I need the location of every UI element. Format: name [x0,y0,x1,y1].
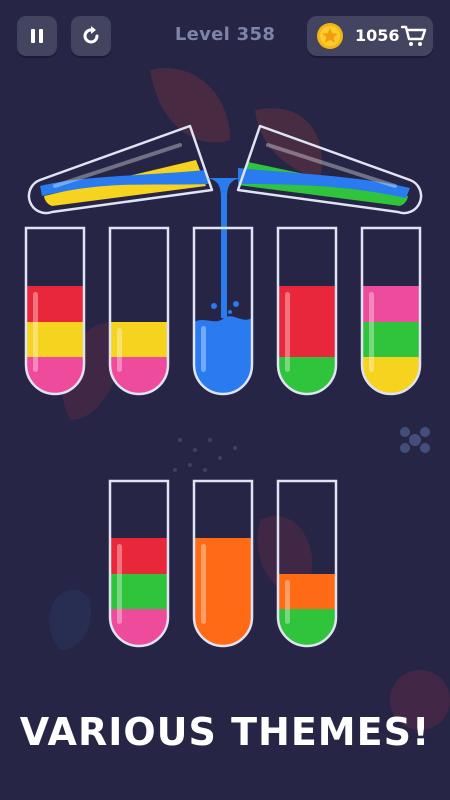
pour-stream [207,178,241,318]
tube-6[interactable] [108,479,170,649]
tube-8[interactable] [276,479,338,649]
tube-2[interactable] [108,226,170,397]
promo-banner: VARIOUS THEMES! [19,710,431,754]
tube-4[interactable] [276,226,338,397]
game-board [24,124,423,649]
tube-5[interactable] [360,226,422,397]
tube-7[interactable] [192,479,254,649]
pouring-tube-right[interactable] [236,124,423,215]
pouring-tube-left[interactable] [27,124,214,215]
tube-1[interactable] [24,226,86,397]
